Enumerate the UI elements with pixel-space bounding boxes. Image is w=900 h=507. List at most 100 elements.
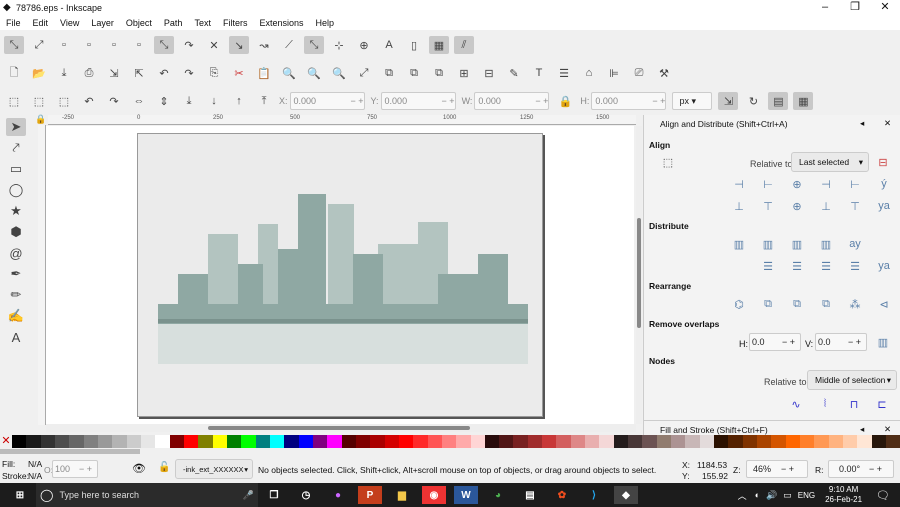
- exchange-positions-graph-icon[interactable]: ⌬: [730, 296, 748, 312]
- word-icon[interactable]: W: [454, 486, 478, 504]
- x-field[interactable]: 0.000− +: [289, 92, 365, 110]
- scale-corners-icon[interactable]: ↻: [743, 92, 763, 110]
- open-icon[interactable]: 📂: [29, 64, 49, 82]
- distribute-baselines-v-icon[interactable]: ya: [875, 258, 893, 274]
- menu-filters[interactable]: Filters: [217, 16, 254, 30]
- snap-page-icon[interactable]: ▯: [404, 36, 424, 54]
- text-tool-icon[interactable]: A: [6, 328, 26, 346]
- distribute-gaps-h-icon[interactable]: ▥: [817, 236, 835, 252]
- color-swatch[interactable]: [226, 435, 242, 448]
- horizontal-ruler[interactable]: -250 0 250 500 750 1000 1250 1500: [48, 115, 636, 125]
- rotation-field[interactable]: 0.00° − +: [828, 460, 894, 478]
- align-baseline-vertical-icon[interactable]: ý: [875, 176, 893, 192]
- align-bottom-to-top-anchor-icon[interactable]: ⊥: [730, 198, 748, 214]
- color-swatch[interactable]: [155, 435, 170, 448]
- color-swatch[interactable]: [771, 435, 786, 448]
- menu-edit[interactable]: Edit: [27, 16, 55, 30]
- star-tool-icon[interactable]: ★: [6, 202, 26, 220]
- redo-icon[interactable]: ↷: [179, 64, 199, 82]
- powerpoint-icon[interactable]: P: [358, 486, 382, 504]
- color-swatch[interactable]: [327, 435, 342, 448]
- move-selection-as-group-icon[interactable]: ⊟: [874, 154, 892, 170]
- palette-scrollbar[interactable]: [0, 449, 140, 454]
- snap-guide-icon[interactable]: ⫽: [454, 36, 474, 54]
- select-all-icon[interactable]: ⬚: [4, 92, 24, 110]
- snap-center-icon[interactable]: ▫: [129, 36, 149, 54]
- rotate-cw-icon[interactable]: ↷: [104, 92, 124, 110]
- zoom-field[interactable]: 46% − +: [746, 460, 808, 478]
- selector-tool-icon[interactable]: ➤: [6, 118, 26, 136]
- color-swatch[interactable]: [198, 435, 213, 448]
- color-swatch[interactable]: [642, 435, 657, 448]
- node-tool-icon[interactable]: ⤤: [6, 139, 26, 157]
- color-swatch[interactable]: [527, 435, 543, 448]
- align-top-to-bottom-anchor-icon[interactable]: ⊤: [846, 198, 864, 214]
- color-swatch[interactable]: [83, 435, 98, 448]
- pen-tool-icon[interactable]: ✒: [6, 265, 26, 283]
- raise-top-icon[interactable]: ⤒: [254, 92, 274, 110]
- color-swatch[interactable]: [599, 435, 614, 448]
- color-swatch[interactable]: [69, 435, 84, 448]
- copy-icon[interactable]: ⎘: [204, 64, 224, 82]
- opacity-field[interactable]: 100− +: [52, 460, 98, 478]
- layer-lock-icon[interactable]: 🔓: [158, 462, 170, 473]
- color-swatch[interactable]: [441, 435, 457, 448]
- color-swatch[interactable]: [742, 435, 758, 448]
- color-swatch[interactable]: [241, 435, 256, 448]
- save-icon[interactable]: ⤓: [54, 64, 74, 82]
- color-swatch[interactable]: [556, 435, 571, 448]
- tray-chevron-icon[interactable]: ︿: [738, 489, 747, 502]
- fill-panel-close-button[interactable]: ✕: [884, 424, 891, 435]
- snap-object-center-icon[interactable]: ⊹: [329, 36, 349, 54]
- align-left-edges-icon[interactable]: ⊢: [759, 176, 777, 192]
- h-field[interactable]: 0.000− +: [591, 92, 667, 110]
- horizontal-scrollbar[interactable]: [46, 424, 636, 432]
- distribute-left-edges-icon[interactable]: ▥: [730, 236, 748, 252]
- color-swatch[interactable]: [484, 435, 500, 448]
- raise-icon[interactable]: ↑: [229, 92, 249, 110]
- distribute-centers-h-icon[interactable]: ▥: [759, 236, 777, 252]
- document-properties-icon[interactable]: ⎚: [629, 64, 649, 82]
- transform-patterns-icon[interactable]: ▦: [793, 92, 814, 110]
- align-baseline-horizontal-icon[interactable]: ya: [875, 198, 893, 214]
- zoom-page-icon[interactable]: 🔍: [329, 64, 349, 82]
- clone-icon[interactable]: ⧉: [404, 64, 424, 82]
- y-field[interactable]: 0.000− +: [380, 92, 456, 110]
- layer-select[interactable]: -ink_ext_XXXXXX ▾: [175, 459, 253, 479]
- color-swatch[interactable]: [699, 435, 715, 448]
- select-all-layers-icon[interactable]: ⬚: [29, 92, 49, 110]
- color-swatch[interactable]: [785, 435, 801, 448]
- unit-select[interactable]: px ▾: [672, 92, 713, 110]
- flip-v-icon[interactable]: ⇕: [154, 92, 174, 110]
- unlink-clone-icon[interactable]: ⧉: [429, 64, 449, 82]
- distribute-top-edges-icon[interactable]: ☰: [759, 258, 777, 274]
- center-horizontal-axis-icon[interactable]: ⊕: [788, 198, 806, 214]
- color-swatch[interactable]: [413, 435, 428, 448]
- figma-icon[interactable]: ✿: [550, 486, 574, 504]
- color-swatch[interactable]: [126, 435, 141, 448]
- align-nodes-vertical-icon[interactable]: ⦚: [816, 396, 834, 412]
- color-swatch[interactable]: [26, 435, 41, 448]
- microphone-icon[interactable]: 🎤: [243, 490, 254, 501]
- overlap-h-field[interactable]: 0.0− +: [749, 333, 801, 351]
- color-swatch[interactable]: [284, 435, 299, 448]
- volume-icon[interactable]: 🔊: [766, 490, 777, 501]
- preferences-icon[interactable]: ⚒: [654, 64, 674, 82]
- snap-intersection-icon[interactable]: ✕: [204, 36, 224, 54]
- exchange-clockwise-icon[interactable]: ⧉: [817, 296, 835, 312]
- unclump-icon[interactable]: ⊲: [875, 296, 893, 312]
- color-swatch[interactable]: [857, 435, 872, 448]
- rectangle-tool-icon[interactable]: ▭: [6, 160, 26, 178]
- text-font-icon[interactable]: T: [529, 64, 549, 82]
- color-swatch[interactable]: [628, 435, 643, 448]
- notepad-icon[interactable]: ▤: [518, 486, 542, 504]
- xml-editor-icon[interactable]: ⌂: [579, 64, 599, 82]
- vertical-scrollbar[interactable]: [636, 126, 642, 424]
- color-swatch[interactable]: [298, 435, 313, 448]
- lower-bottom-icon[interactable]: ⤓: [179, 92, 199, 110]
- color-app-icon[interactable]: ●: [326, 486, 350, 504]
- color-swatch[interactable]: [169, 435, 184, 448]
- center-vertical-axis-icon[interactable]: ⊕: [788, 176, 806, 192]
- language-indicator[interactable]: ENG: [798, 491, 815, 500]
- snap-others-icon[interactable]: ⤡: [304, 36, 324, 54]
